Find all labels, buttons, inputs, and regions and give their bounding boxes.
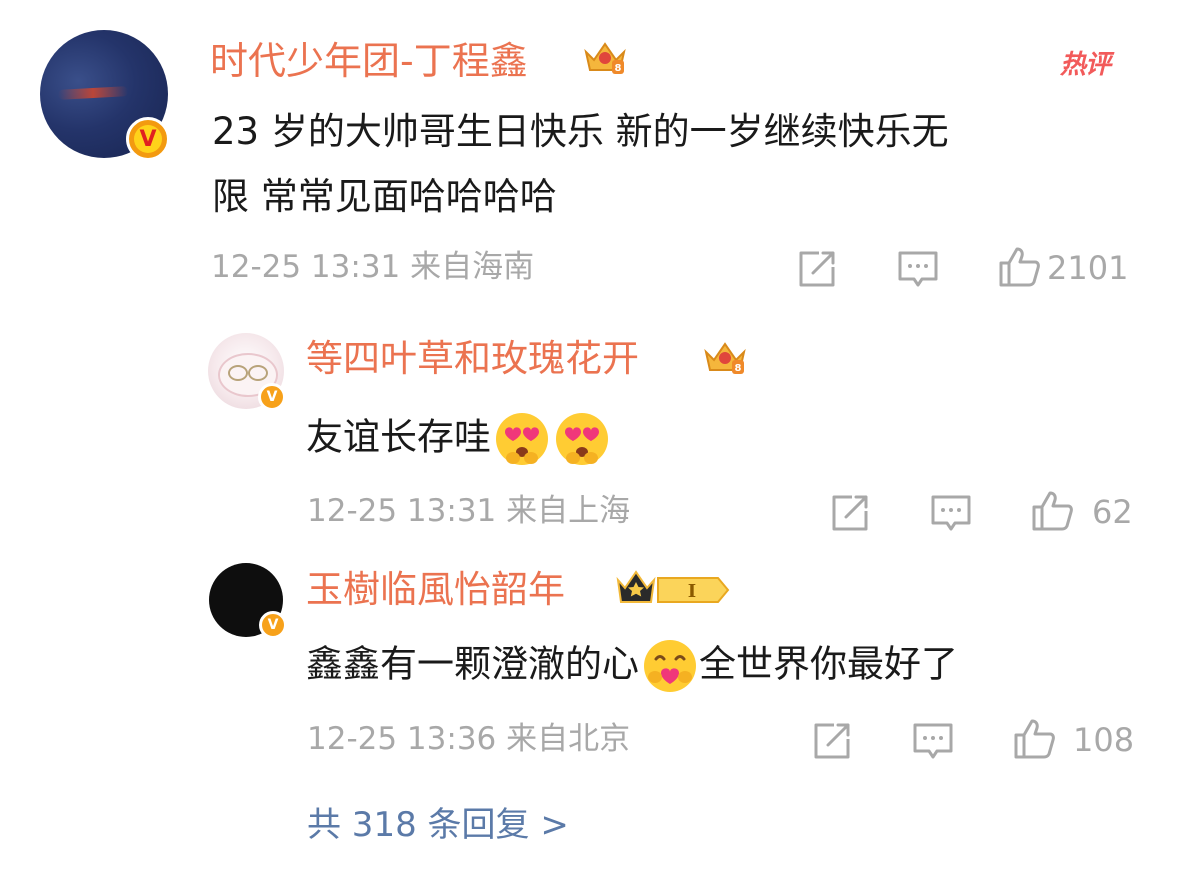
svg-text:8: 8 bbox=[735, 363, 742, 374]
reply-text: 友谊长存哇 bbox=[306, 410, 611, 468]
comment-text-line-1: 23 岁的大帅哥生日快乐 新的一岁继续快乐无 bbox=[212, 110, 949, 153]
member-level-badge-icon: I bbox=[616, 570, 730, 603]
reply-time: 12-25 13:36 bbox=[307, 721, 497, 757]
like-count: 108 bbox=[1073, 721, 1135, 759]
share-icon[interactable] bbox=[828, 491, 872, 535]
hug-heart-emoji-icon bbox=[644, 640, 696, 692]
reply-comment-icon[interactable] bbox=[896, 247, 940, 291]
reply-location: 来自北京 bbox=[506, 721, 631, 757]
heart-eyes-emoji-icon bbox=[556, 413, 608, 465]
like-count: 2101 bbox=[1047, 249, 1129, 287]
reply-comment-icon[interactable] bbox=[929, 491, 973, 535]
reply-time: 12-25 13:31 bbox=[307, 493, 497, 529]
hot-comment-label: 热评 bbox=[1060, 50, 1111, 80]
verified-badge-icon: V bbox=[126, 117, 170, 161]
like-icon[interactable] bbox=[1030, 489, 1074, 533]
comment-text-line-2: 限 常常见面哈哈哈哈 bbox=[212, 175, 557, 218]
reply-location: 来自上海 bbox=[506, 493, 631, 529]
share-icon[interactable] bbox=[810, 719, 854, 763]
verified-badge-icon: V bbox=[258, 383, 286, 411]
comment-meta: 12-25 13:31 来自海南 bbox=[211, 252, 534, 283]
like-count: 62 bbox=[1092, 493, 1133, 531]
verified-badge-icon: V bbox=[259, 611, 287, 639]
fan-crown-icon: 8 bbox=[584, 42, 626, 74]
reply-comment-icon[interactable] bbox=[911, 719, 955, 763]
view-all-replies-link[interactable]: 共 318 条回复 > bbox=[307, 808, 569, 842]
comment-location: 来自海南 bbox=[410, 249, 535, 285]
commenter-name[interactable]: 时代少年团-丁程鑫 bbox=[210, 42, 528, 80]
reply-text: 鑫鑫有一颗澄澈的心 全世界你最好了 bbox=[306, 637, 958, 695]
heart-eyes-emoji-icon bbox=[496, 413, 548, 465]
fan-crown-icon: 8 bbox=[704, 342, 746, 374]
reply-text-content: 鑫鑫有一颗澄澈的心 bbox=[306, 642, 639, 686]
reply-meta: 12-25 13:36 来自北京 bbox=[307, 724, 630, 755]
svg-text:8: 8 bbox=[615, 63, 622, 74]
like-icon[interactable] bbox=[1012, 717, 1056, 761]
avatar-image-detail bbox=[228, 365, 248, 381]
reply-text-content: 全世界你最好了 bbox=[699, 642, 958, 686]
svg-text:I: I bbox=[688, 581, 696, 602]
reply-meta: 12-25 13:31 来自上海 bbox=[307, 496, 630, 527]
reply-author-name[interactable]: 玉樹临風怡韶年 bbox=[306, 571, 565, 608]
reply-text-content: 友谊长存哇 bbox=[306, 415, 491, 459]
like-icon[interactable] bbox=[997, 245, 1041, 289]
avatar-image-detail bbox=[57, 86, 129, 100]
share-icon[interactable] bbox=[795, 247, 839, 291]
avatar-image-detail bbox=[248, 365, 268, 381]
comment-time: 12-25 13:31 bbox=[211, 249, 401, 285]
reply-author-name[interactable]: 等四叶草和玫瑰花开 bbox=[306, 340, 639, 377]
